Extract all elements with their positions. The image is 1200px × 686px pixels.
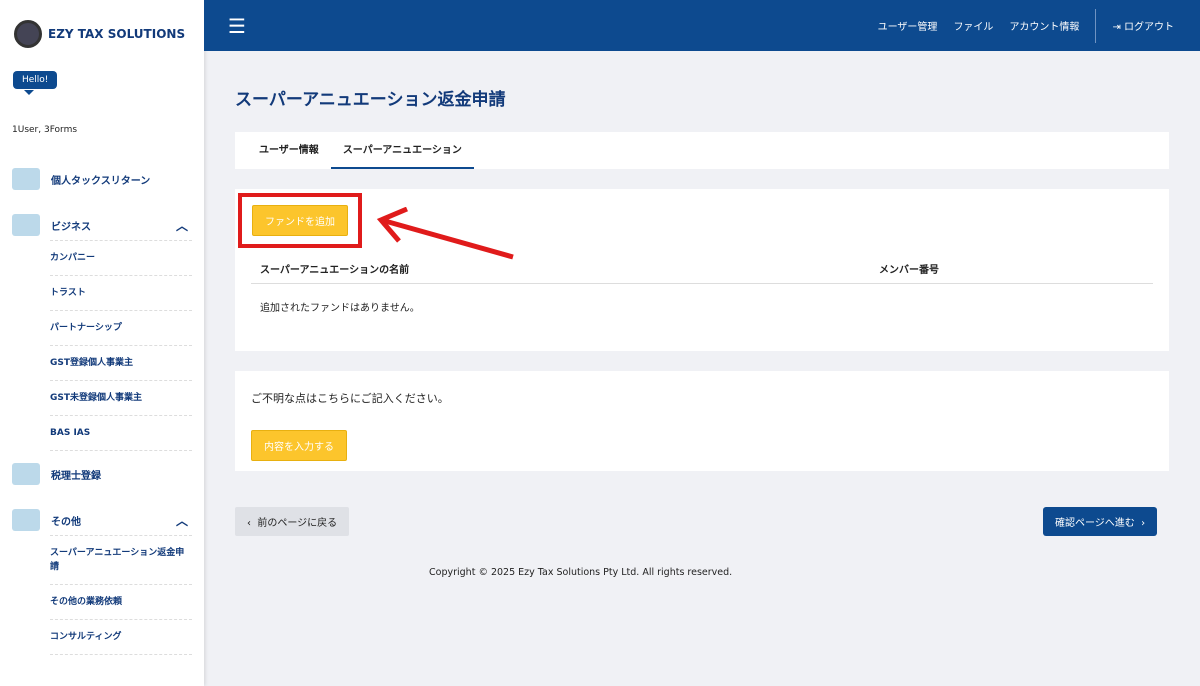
hello-bubble: Hello! (13, 71, 58, 95)
divider (251, 283, 1153, 284)
tax-agent-icon (12, 463, 40, 485)
highlight-box: ファンドを追加 (238, 193, 362, 248)
page-title: スーパーアニュエーション返金申請 (235, 90, 506, 110)
business-icon (12, 214, 40, 236)
inquiry-text: ご不明な点はこちらにご記入ください。 (251, 392, 449, 405)
sidebar-item-tax-agent[interactable]: 税理士登録 (12, 459, 192, 489)
account-info-link[interactable]: アカウント情報 (1009, 18, 1079, 33)
sidebar-item-consulting[interactable]: コンサルティング (50, 620, 192, 655)
user-management-link[interactable]: ユーザー管理 (878, 18, 938, 33)
sidebar-item-gst-unregistered[interactable]: GST未登録個人事業主 (50, 381, 192, 416)
brand-name: EZY TAX SOLUTIONS (48, 27, 186, 41)
sidebar-item-gst-registered[interactable]: GST登録個人事業主 (50, 346, 192, 381)
sidebar-item-company[interactable]: カンパニー (50, 241, 192, 276)
usage-counts: 1User, 3Forms (12, 125, 78, 135)
tabs: ユーザー情報 スーパーアニュエーション (235, 132, 1169, 169)
logout-icon: ⇥ (1112, 22, 1124, 33)
menu-toggle-icon[interactable]: ☰ (228, 14, 246, 38)
sidebar-item-other-requests[interactable]: その他の業務依頼 (50, 585, 192, 620)
label: 前のページに戻る (257, 518, 338, 529)
sidebar-item-super-refund[interactable]: スーパーアニュエーション返金申請 (50, 536, 192, 585)
other-icon (12, 509, 40, 531)
sidebar-item-bas-ias[interactable]: BAS IAS (50, 416, 192, 451)
personal-tax-icon (12, 168, 40, 190)
sidebar-item-business[interactable]: ビジネス ︿ (12, 210, 192, 240)
inquiry-card: ご不明な点はこちらにご記入ください。 内容を入力する (235, 371, 1169, 471)
sidebar-item-other[interactable]: その他 ︿ (12, 505, 192, 535)
add-fund-button[interactable]: ファンドを追加 (252, 205, 348, 236)
sidebar: EZY TAX SOLUTIONS Hello! 1User, 3Forms 個… (0, 0, 204, 686)
empty-message: 追加されたファンドはありません。 (260, 303, 420, 314)
sidebar-item-personal-tax[interactable]: 個人タックスリターン (12, 164, 192, 194)
label: その他 (51, 516, 81, 528)
next-button[interactable]: 確認ページへ進む › (1043, 507, 1158, 536)
tab-superannuation[interactable]: スーパーアニュエーション (330, 132, 474, 169)
column-header-name: スーパーアニュエーションの名前 (260, 265, 410, 276)
logo[interactable]: EZY TAX SOLUTIONS (14, 20, 185, 48)
label: ログアウト (1124, 22, 1174, 33)
enter-content-button[interactable]: 内容を入力する (251, 430, 347, 461)
top-bar: ☰ ユーザー管理 ファイル アカウント情報 ⇥ ログアウト (204, 0, 1200, 51)
funds-card: ファンドを追加 スーパーアニュエーションの名前 メンバー番号 追加されたファンド… (235, 189, 1169, 351)
label: ビジネス (51, 221, 91, 233)
files-link[interactable]: ファイル (953, 18, 993, 33)
column-header-member: メンバー番号 (879, 265, 939, 276)
sidebar-item-partnership[interactable]: パートナーシップ (50, 311, 192, 346)
logo-icon (14, 20, 42, 48)
chevron-up-icon: ︿ (175, 218, 188, 233)
sidebar-item-trust[interactable]: トラスト (50, 276, 192, 311)
label: 確認ページへ進む (1055, 518, 1135, 529)
back-button[interactable]: ‹ 前のページに戻る (235, 507, 350, 536)
divider (1095, 8, 1097, 43)
label: 個人タックスリターン (51, 175, 151, 187)
arrow-annotation (376, 207, 514, 260)
footer: Copyright © 2025 Ezy Tax Solutions Pty L… (429, 567, 733, 578)
logout-link[interactable]: ⇥ ログアウト (1112, 18, 1174, 33)
label: 税理士登録 (51, 470, 101, 482)
tab-user-info[interactable]: ユーザー情報 (247, 132, 331, 169)
chevron-up-icon: ︿ (175, 513, 188, 528)
sidebar-nav: 個人タックスリターン ビジネス ︿ カンパニー トラスト パートナーシップ GST… (12, 164, 192, 655)
